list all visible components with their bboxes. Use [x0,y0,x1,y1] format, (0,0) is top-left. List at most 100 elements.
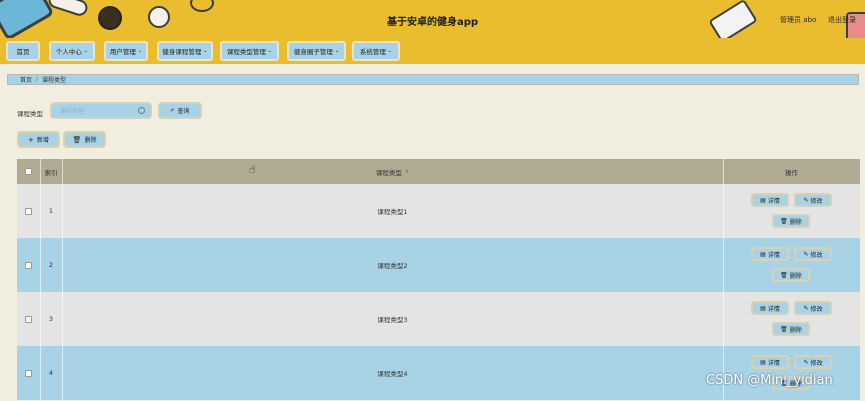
edit-button-label: 修改 [810,197,823,205]
detail-icon: ▤ [760,304,766,312]
delete-button-label: 删除 [789,218,802,226]
bulk-delete-button-label: 删除 [84,137,97,144]
chevron-down-icon: ⌄ [267,48,273,54]
header-course-type[interactable]: 课程类型 ⇕ [62,159,723,184]
row-select[interactable] [17,346,40,400]
breadcrumb-current: 课程类型 [42,77,67,84]
detail-button-label: 详情 [767,305,780,313]
delete-button-label: 删除 [789,272,802,280]
trash-icon: 🗑 [780,325,788,333]
search-icon: ⌕ [170,106,175,114]
chevron-down-icon: ⌄ [387,48,393,54]
top-nav: 首页 个人中心 ⌄ 用户管理 ⌄ 健身课程管理 ⌄ 课程类型管理 ⌄ 健身圈子管理 ⌄ 系… [0,38,865,64]
row-course-type: 课程类型4 [377,370,408,378]
header-select-all[interactable] [17,159,40,184]
search-placeholder: 课程类型 [60,108,85,115]
row-select[interactable] [17,238,40,292]
table-header: 索引 课程类型 ⇕ 操作 [17,159,860,184]
app-header: 基于安卓的健身app 管理员 abo 退出登录 [0,0,865,38]
nav-item-personal-center[interactable]: 个人中心 ⌄ [49,41,95,61]
course-type-search-input[interactable]: 课程类型 [50,102,152,119]
table-row: 3 课程类型3 ▤ 详情 ✎ 修改 🗑 删除 [17,292,860,346]
nav-item-label: 健身圈子管理 [293,48,333,56]
breadcrumb: 首页 / 课程类型 [7,74,859,85]
mouse-cursor-icon: ☝ [249,163,256,176]
row-checkbox[interactable] [25,261,32,269]
edit-button[interactable]: ✎ 修改 [794,247,832,261]
edit-icon: ✎ [803,250,809,258]
row-checkbox[interactable] [25,369,32,377]
detail-button[interactable]: ▤ 详情 [751,247,789,261]
detail-button-label: 详情 [767,197,780,205]
row-index: 4 [48,369,54,377]
detail-button[interactable]: ▤ 详情 [751,355,789,369]
row-select[interactable] [17,292,40,346]
add-button[interactable]: + 新增 [17,131,60,148]
row-course-type: 课程类型3 [377,316,408,324]
edit-button[interactable]: ✎ 修改 [794,301,832,315]
nav-item-label: 用户管理 [109,48,136,56]
edit-button-label: 修改 [810,305,823,313]
current-user: 管理员 abo [780,16,817,24]
chevron-down-icon: ⌄ [203,48,208,54]
plus-icon: + [28,135,34,144]
clear-icon[interactable] [138,107,145,114]
row-select[interactable] [17,184,40,238]
nav-item-home[interactable]: 首页 [6,41,40,61]
nav-item-label: 课程类型管理 [226,48,266,56]
nav-item-course-type-management[interactable]: 课程类型管理 ⌄ [220,41,279,61]
table-row: 2 课程类型2 ▤ 详情 ✎ 修改 🗑 删除 [17,238,860,292]
header-index: 索引 [44,168,58,177]
nav-item-label: 系统管理 [359,48,386,56]
breadcrumb-separator: / [36,76,39,83]
nav-item-user-management[interactable]: 用户管理 ⌄ [104,41,148,61]
sort-icon[interactable]: ⇕ [405,169,409,175]
chevron-down-icon: ⌄ [334,48,340,54]
detail-button[interactable]: ▤ 详情 [751,301,789,315]
row-checkbox[interactable] [25,207,32,215]
nav-item-label: 个人中心 [55,48,82,56]
bulk-delete-button[interactable]: 🗑 删除 [63,131,106,148]
row-checkbox[interactable] [25,315,32,323]
detail-button-label: 详情 [767,359,780,367]
select-all-checkbox[interactable] [25,168,32,175]
edit-button-label: 修改 [810,359,823,367]
trash-icon: 🗑 [72,135,82,144]
delete-button[interactable]: 🗑 删除 [772,214,810,228]
edit-button[interactable]: ✎ 修改 [794,193,832,207]
detail-icon: ▤ [760,358,766,366]
detail-button[interactable]: ▤ 详情 [751,193,789,207]
edit-icon: ✎ [803,304,809,312]
delete-button[interactable]: 🗑 删除 [772,322,810,336]
trash-icon: 🗑 [780,217,788,225]
table-row: 1 课程类型1 ▤ 详情 ✎ 修改 🗑 删除 [17,184,860,238]
cable-loop-illustration [190,0,214,12]
search-button-label: 查询 [177,108,190,115]
search-label: 课程类型 [17,110,43,118]
edit-icon: ✎ [803,358,809,366]
nav-item-label: 首页 [16,48,30,56]
detail-icon: ▤ [760,250,766,258]
chevron-down-icon: ⌄ [137,48,143,54]
edit-button-label: 修改 [810,251,823,259]
nav-item-course-management[interactable]: 健身课程管理 ⌄ [157,41,213,61]
logout-link[interactable]: 退出登录 [828,15,856,25]
row-course-type: 课程类型2 [377,262,408,270]
edit-icon: ✎ [803,196,809,204]
search-button[interactable]: ⌕ 查询 [158,102,202,119]
nav-item-fitness-circle-management[interactable]: 健身圈子管理 ⌄ [287,41,346,61]
row-index: 2 [48,261,54,269]
course-type-table: 索引 课程类型 ⇕ 操作 1 课程类型1 ▤ 详情 ✎ 修改 🗑 删除 2 课程类型2 … [17,159,860,401]
row-index: 1 [48,207,54,215]
header-actions: 操作 [785,168,798,177]
nav-item-label: 健身课程管理 [162,48,202,56]
header-course-type-label: 课程类型 [375,168,402,177]
delete-button[interactable]: 🗑 删除 [772,268,810,282]
nav-item-system-management[interactable]: 系统管理 ⌄ [352,41,400,61]
edit-button[interactable]: ✎ 修改 [794,355,832,369]
chevron-down-icon: ⌄ [83,48,89,54]
detail-icon: ▤ [760,196,766,204]
breadcrumb-home[interactable]: 首页 [20,75,32,84]
row-course-type: 课程类型1 [377,208,408,216]
app-title: 基于安卓的健身app [386,17,479,28]
